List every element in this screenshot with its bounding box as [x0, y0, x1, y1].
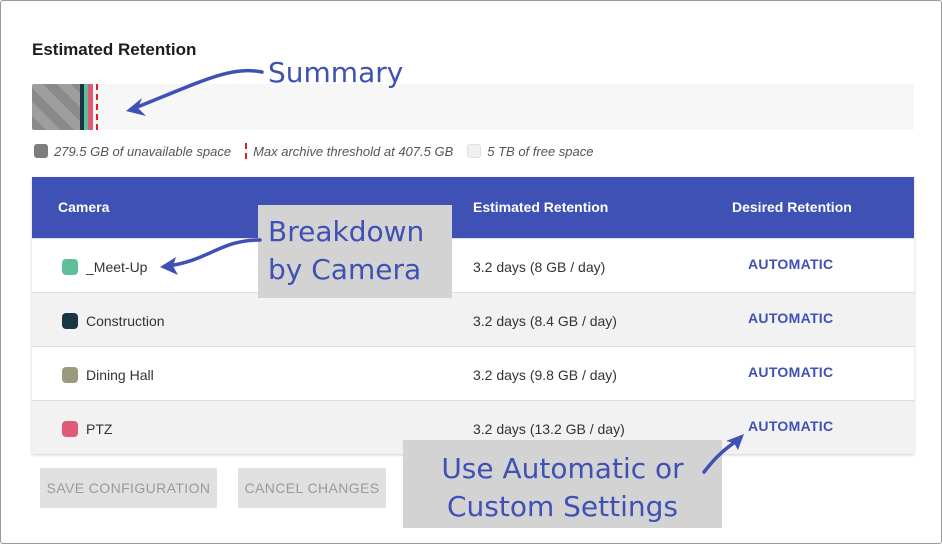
desired-retention-link[interactable]: AUTOMATIC: [748, 364, 833, 380]
archive-threshold-marker: [96, 84, 98, 130]
callout-breakdown: Breakdown by Camera: [258, 205, 452, 298]
camera-color-swatch: [62, 367, 78, 383]
estimated-retention-value: 3.2 days (13.2 GB / day): [473, 421, 625, 437]
header-estimated-retention: Estimated Retention: [473, 199, 609, 215]
unavailable-swatch: [34, 144, 48, 158]
camera-name: Dining Hall: [86, 367, 154, 383]
table-row: _Meet-Up 3.2 days (8 GB / day) AUTOMATIC: [32, 238, 914, 292]
desired-retention-link[interactable]: AUTOMATIC: [748, 418, 833, 434]
legend-unavailable-label: 279.5 GB of unavailable space: [54, 143, 232, 159]
storage-legend: 279.5 GB of unavailable space Max archiv…: [34, 143, 607, 159]
legend-threshold: Max archive threshold at 407.5 GB: [245, 143, 453, 159]
desired-retention-link[interactable]: AUTOMATIC: [748, 310, 833, 326]
callout-breakdown-line2: by Camera: [268, 253, 422, 286]
header-camera: Camera: [58, 199, 110, 215]
estimated-retention-value: 3.2 days (8.4 GB / day): [473, 313, 617, 329]
legend-free-label: 5 TB of free space: [487, 143, 594, 159]
camera-color-swatch: [62, 313, 78, 329]
camera-usage-segment: [88, 84, 93, 130]
storage-usage-bar: [32, 84, 914, 130]
camera-name: PTZ: [86, 421, 113, 437]
save-configuration-button[interactable]: SAVE CONFIGURATION: [40, 468, 217, 508]
callout-summary: Summary: [268, 56, 404, 89]
legend-unavailable: 279.5 GB of unavailable space: [34, 144, 231, 159]
threshold-swatch: [245, 143, 248, 159]
estimated-retention-value: 3.2 days (8 GB / day): [473, 259, 606, 275]
callout-automatic-line2: Custom Settings: [446, 490, 678, 523]
camera-name: Construction: [86, 313, 165, 329]
table-row: Dining Hall 3.2 days (9.8 GB / day) AUTO…: [32, 346, 914, 400]
legend-threshold-label: Max archive threshold at 407.5 GB: [253, 143, 454, 159]
camera-name: _Meet-Up: [86, 259, 148, 275]
free-space-swatch: [467, 144, 482, 158]
section-title: Estimated Retention: [32, 40, 197, 59]
table-header: Camera Estimated Retention Desired Reten…: [32, 177, 914, 238]
callout-automatic-line1: Use Automatic or: [441, 452, 684, 485]
callout-automatic: Use Automatic or Custom Settings: [403, 440, 722, 528]
retention-table: Camera Estimated Retention Desired Reten…: [32, 177, 914, 454]
camera-color-swatch: [62, 421, 78, 437]
estimated-retention-value: 3.2 days (9.8 GB / day): [473, 367, 617, 383]
table-row: Construction 3.2 days (8.4 GB / day) AUT…: [32, 292, 914, 346]
camera-color-swatch: [62, 259, 78, 275]
unavailable-space-segment: [32, 84, 80, 130]
callout-breakdown-line1: Breakdown: [268, 215, 425, 248]
header-desired-retention: Desired Retention: [732, 199, 852, 215]
desired-retention-link[interactable]: AUTOMATIC: [748, 256, 833, 272]
legend-free: 5 TB of free space: [467, 144, 593, 159]
cancel-changes-button[interactable]: CANCEL CHANGES: [238, 468, 386, 508]
